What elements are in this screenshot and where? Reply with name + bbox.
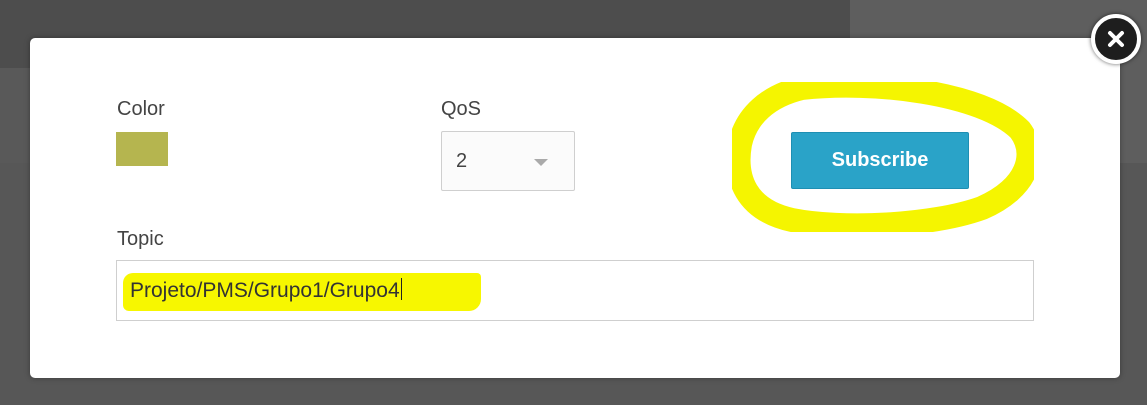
chevron-down-icon bbox=[534, 159, 548, 166]
text-cursor bbox=[400, 278, 402, 300]
subscribe-button[interactable]: Subscribe bbox=[791, 132, 969, 189]
topic-label: Topic bbox=[117, 228, 164, 250]
close-button[interactable] bbox=[1091, 14, 1141, 64]
color-swatch[interactable] bbox=[116, 132, 168, 166]
topic-input-value: Projeto/PMS/Grupo1/Grupo4 bbox=[130, 278, 402, 302]
subscribe-dialog: Color QoS 2 Subscribe Topic Projeto/PMS/… bbox=[30, 38, 1120, 378]
topic-input[interactable]: Projeto/PMS/Grupo1/Grupo4 bbox=[116, 260, 1034, 321]
qos-selected-value: 2 bbox=[456, 150, 468, 172]
qos-label: QoS bbox=[441, 98, 482, 120]
qos-select[interactable]: 2 bbox=[441, 131, 575, 191]
close-icon bbox=[1108, 31, 1124, 47]
color-label: Color bbox=[117, 98, 165, 120]
